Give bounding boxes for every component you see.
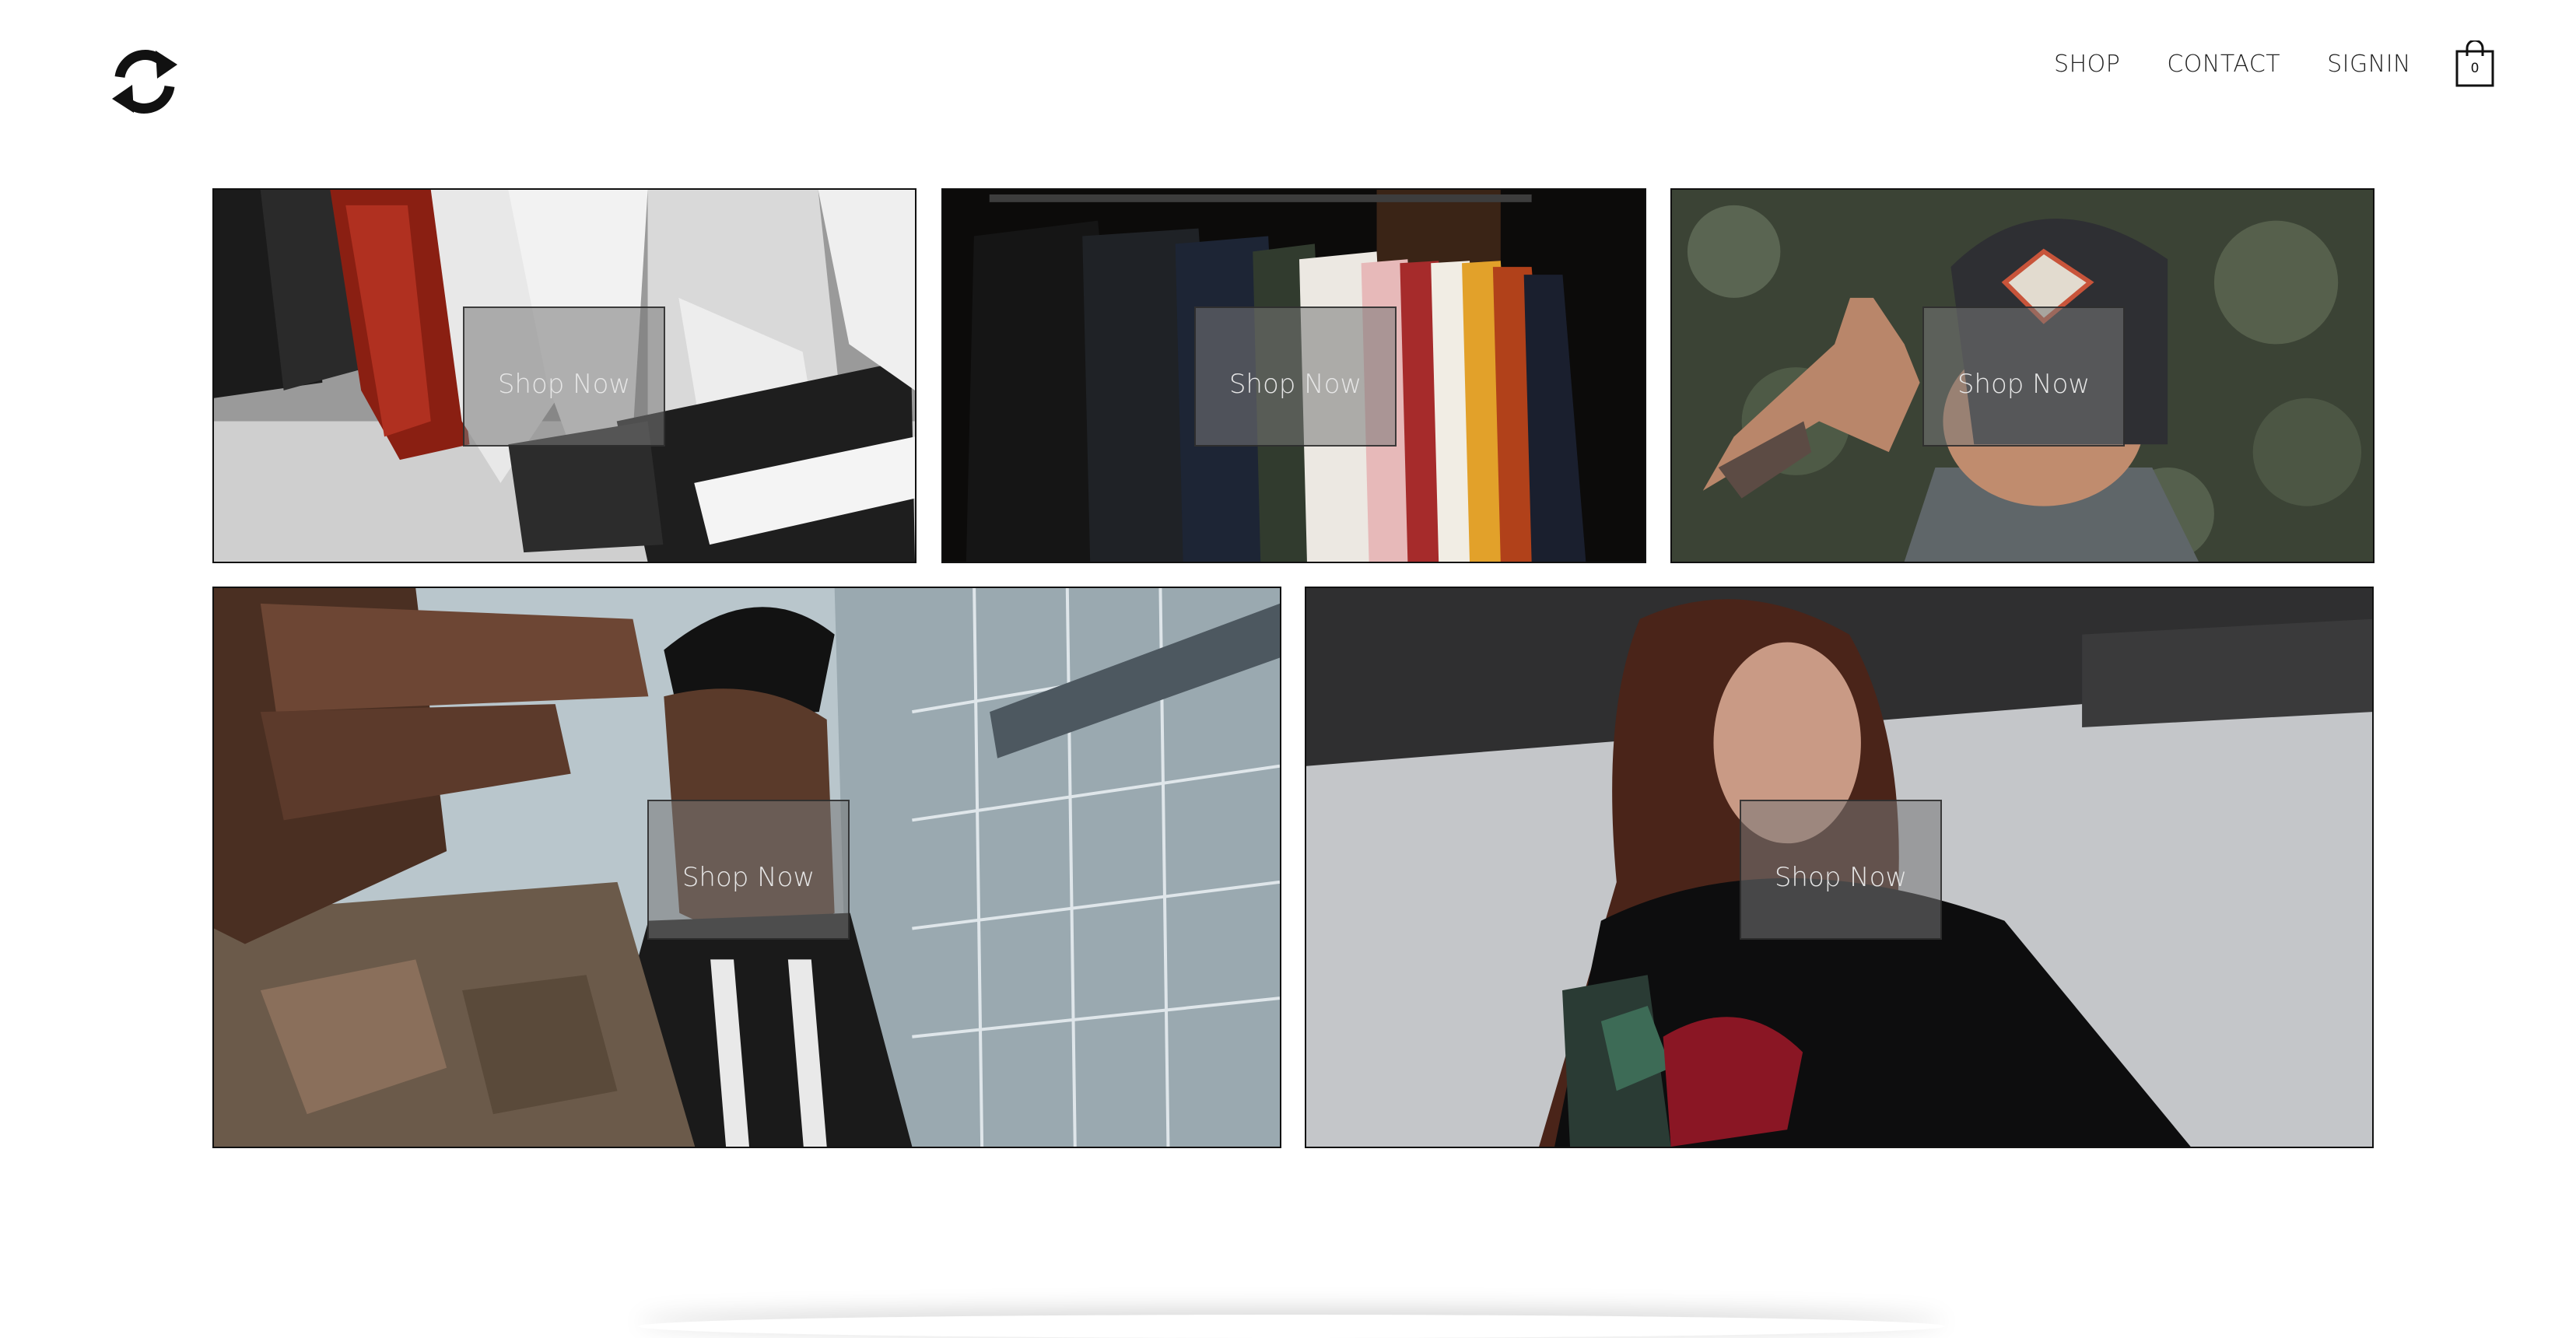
nav-shop-link[interactable]: SHOP <box>2054 51 2120 78</box>
shop-now-button[interactable]: Shop Now <box>1740 800 1942 940</box>
nav-signin-link[interactable]: SIGNIN <box>2327 51 2411 78</box>
shop-now-button[interactable]: Shop Now <box>1194 306 1397 447</box>
tile-cap[interactable]: Shop Now <box>1670 188 2374 563</box>
footer-shadow <box>638 1315 1945 1338</box>
refresh-arrows-logo[interactable] <box>106 43 184 121</box>
tile-woman-hoodie[interactable]: Shop Now <box>1305 587 2374 1148</box>
tile-sneakers[interactable]: Shop Now <box>212 188 916 563</box>
shop-now-button[interactable]: Shop Now <box>463 306 665 447</box>
tile-man-reaching[interactable]: Shop Now <box>212 587 1281 1148</box>
shop-now-button[interactable]: Shop Now <box>647 800 850 940</box>
shop-now-button[interactable]: Shop Now <box>1922 306 2125 447</box>
cart-button[interactable]: 0 <box>2455 40 2498 87</box>
main-nav: SHOP CONTACT SIGNIN 0 <box>2007 40 2498 87</box>
tile-clothing-rack[interactable]: Shop Now <box>941 188 1646 563</box>
site-header: SHOP CONTACT SIGNIN 0 <box>0 0 2576 132</box>
cart-count-badge: 0 <box>2470 61 2480 76</box>
nav-contact-link[interactable]: CONTACT <box>2167 51 2280 78</box>
